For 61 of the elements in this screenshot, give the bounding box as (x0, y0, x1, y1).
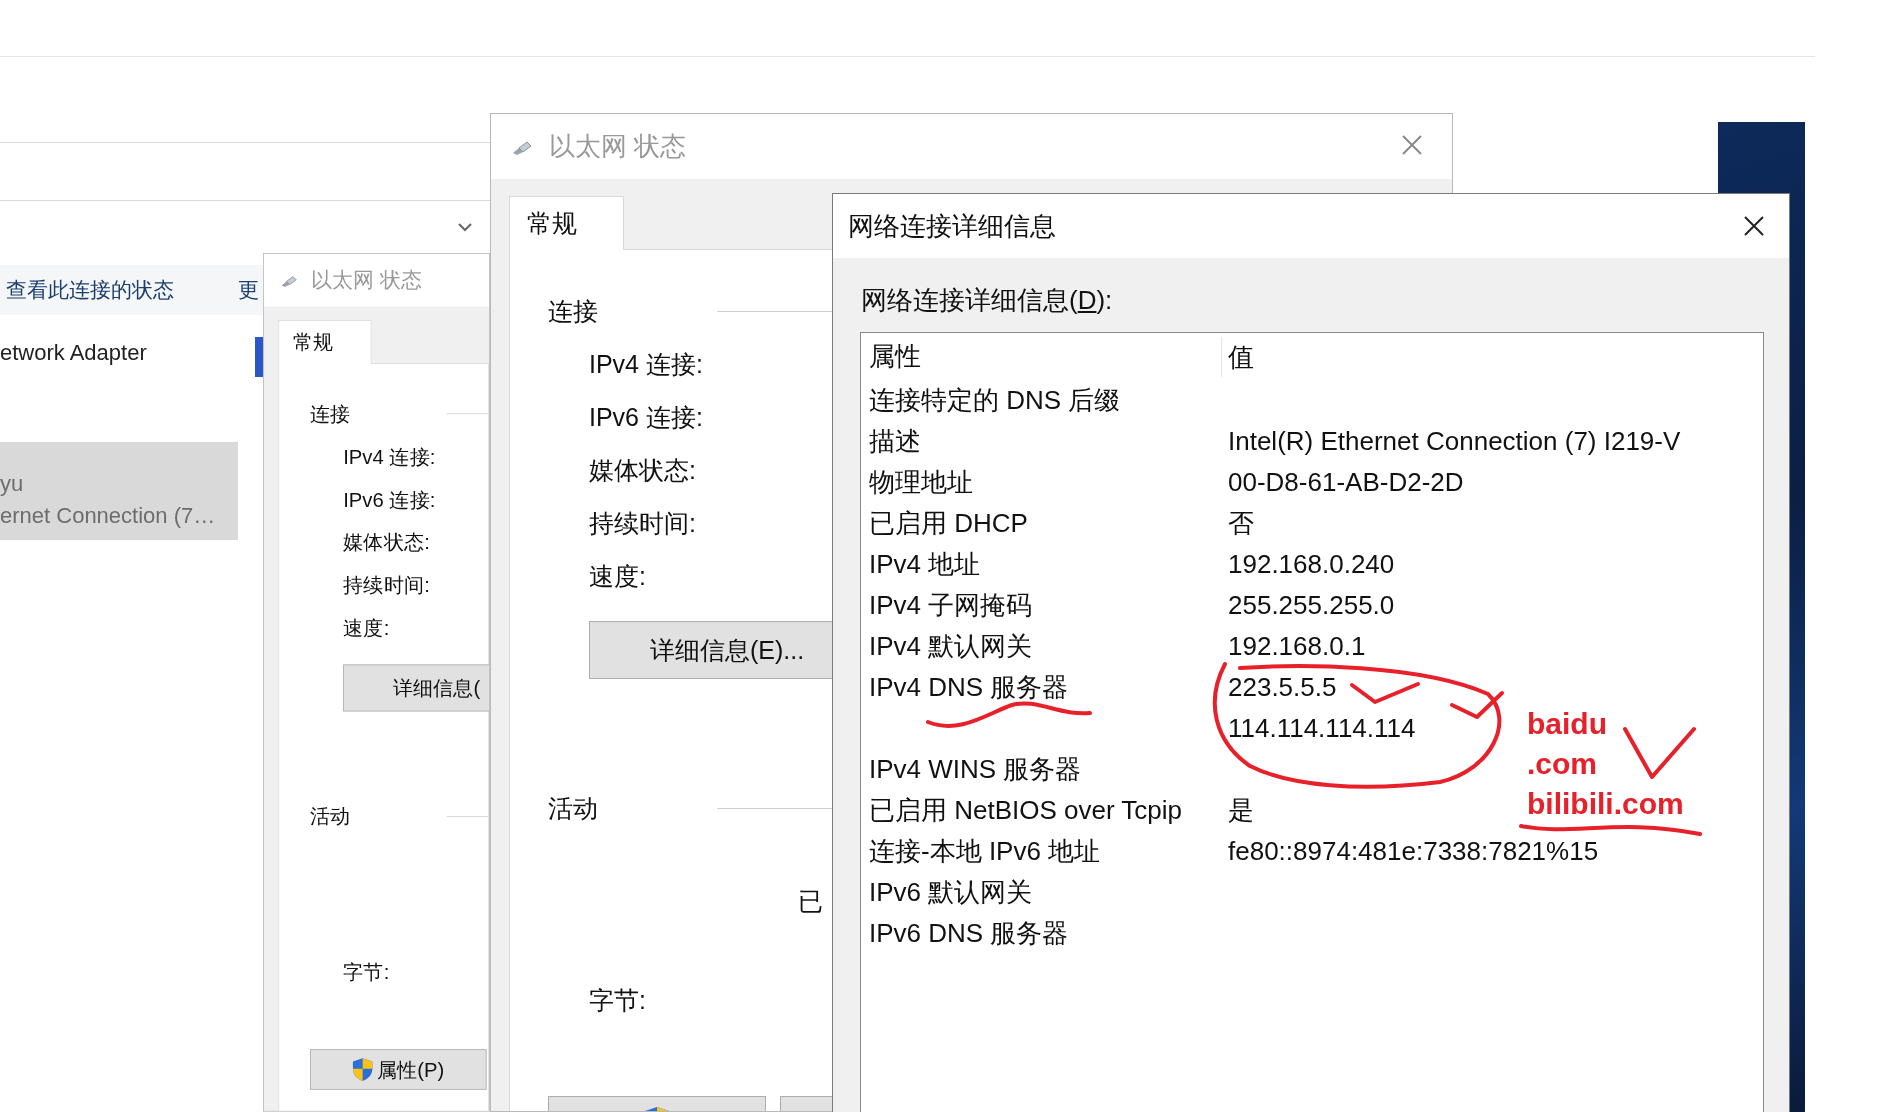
toolbar-link[interactable]: 查看此连接的状态 (6, 276, 174, 304)
field-label: 持续时间: (343, 573, 430, 597)
window-title: 网络连接详细信息 (848, 209, 1056, 243)
property-cell-text: 连接特定的 DNS 后缀 (868, 384, 1122, 417)
field-label: 持续时间: (589, 509, 696, 537)
value-cell-text: Intel(R) Ethernet Connection (7) I219-V (1227, 425, 1681, 458)
field-label: 速度: (589, 562, 646, 590)
details-button[interactable]: 详细信息( (343, 664, 489, 712)
property-cell-text: 物理地址 (868, 466, 974, 499)
field-label: IPv4 连接: (343, 444, 436, 468)
shield-icon (352, 1057, 374, 1082)
value-cell-text: 否 (1227, 507, 1254, 540)
tab[interactable]: 常规 (278, 320, 372, 364)
value-cell-text: 192.168.0.1 (1227, 630, 1366, 663)
value-cell-text: 114.114.114.114 (1227, 712, 1416, 745)
field-label: 媒体状态: (343, 530, 430, 554)
window-title: 以太网 状态 (310, 266, 422, 294)
value-cell-text: fe80::8974:481e:7338:7821%15 (1227, 835, 1599, 868)
property-cell-text: IPv6 DNS 服务器 (868, 917, 1070, 950)
tab[interactable]: 常规 (509, 196, 624, 250)
field-label: 字节: (589, 986, 646, 1014)
close-icon[interactable] (1743, 215, 1765, 237)
value-cell-text: 192.168.0.240 (1227, 548, 1395, 581)
property-cell-text: IPv6 默认网关 (868, 876, 1034, 909)
property-cell-text: 已启用 NetBIOS over Tcpip (868, 794, 1184, 827)
property-cell-text: IPv4 WINS 服务器 (868, 753, 1083, 786)
value-cell-text: 223.5.5.5 (1227, 671, 1337, 704)
adapter-item[interactable]: etwork Adapter (0, 337, 147, 369)
field-label: IPv6 连接: (589, 403, 703, 431)
property-cell-text: IPv4 地址 (868, 548, 982, 581)
chevron-down-icon[interactable] (456, 221, 474, 233)
list-label: 网络连接详细信息(D): (861, 284, 1113, 317)
section-heading: 连接 (548, 296, 599, 327)
window-title: 以太网 状态 (549, 130, 687, 163)
handwritten-check (1350, 682, 1420, 704)
property-cell-text: 描述 (868, 425, 922, 458)
section-heading: 活动 (548, 793, 599, 824)
field-label: 速度: (343, 616, 390, 640)
column-header[interactable]: 值 (1221, 336, 1763, 377)
field-label: IPv4 连接: (589, 350, 703, 378)
section-heading: 连接 (310, 401, 352, 427)
section-heading: 活动 (310, 803, 352, 830)
value-cell-text: 是 (1227, 794, 1254, 827)
property-cell-text: 连接-本地 IPv6 地址 (868, 835, 1102, 868)
property-cell-text: IPv4 子网掩码 (868, 589, 1034, 622)
field-label: 媒体状态: (589, 456, 696, 484)
value-cell-text: 255.255.255.0 (1227, 589, 1395, 622)
column-header[interactable]: 属性 (861, 339, 1221, 374)
adapter-item[interactable]: yu ernet Connection (7… (0, 442, 238, 540)
handwritten-note: bilibili.com (1527, 786, 1684, 822)
field-label: IPv6 连接: (343, 487, 436, 511)
status-label: 已 (798, 887, 823, 915)
handwritten-check (1450, 691, 1504, 719)
property-cell-text: 已启用 DHCP (868, 507, 1029, 540)
properties-button[interactable]: 属性(P) (310, 1049, 487, 1090)
network-cable-icon (280, 273, 298, 287)
toolbar-link[interactable]: 更 (238, 276, 259, 304)
field-label: 字节: (343, 960, 390, 983)
handwritten-note: .com (1527, 746, 1598, 782)
handwritten-note: baidu (1527, 706, 1607, 742)
value-cell-text: 00-D8-61-AB-D2-2D (1227, 466, 1464, 499)
